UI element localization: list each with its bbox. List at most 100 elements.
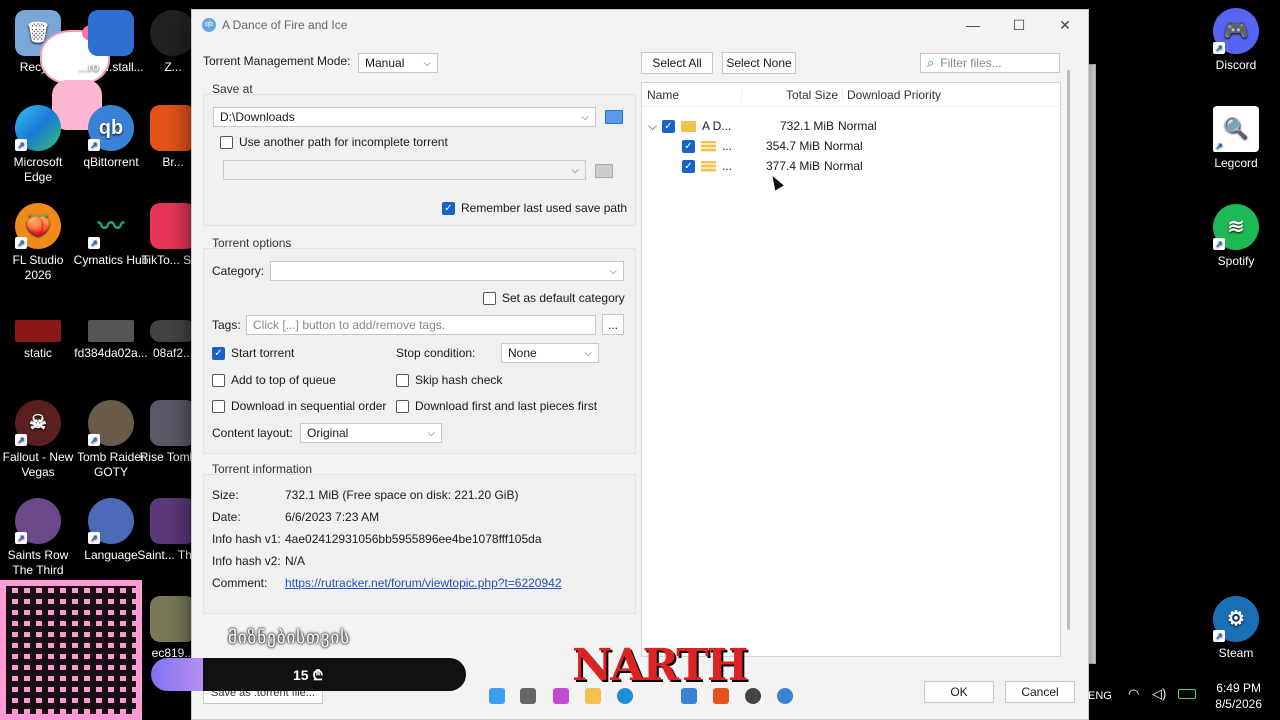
mouse-cursor-icon <box>768 173 784 191</box>
desktop-icon-spotify[interactable]: ≋ ↗ Spotify <box>1198 204 1274 269</box>
default-category-label: Set as default category <box>502 291 625 305</box>
desktop-icon-static[interactable]: static <box>0 320 76 361</box>
steam-taskbar-icon[interactable] <box>745 688 761 704</box>
remember-path-label: Remember last used save path <box>461 201 628 215</box>
search-icon: ⌕ <box>927 55 935 70</box>
file-tree-row[interactable]: ✓ ... 354.7 MiB Normal <box>682 137 1042 155</box>
file-tree[interactable]: Name Total Size Download Priority ⌵ ✓ A … <box>641 82 1061 657</box>
sequential-label: Download in sequential order <box>231 399 387 413</box>
saints-row-icon <box>150 498 196 544</box>
chevron-down-icon: ⌵ <box>423 57 431 69</box>
tags-input[interactable]: Click [...] button to add/remove tags. <box>246 315 596 335</box>
desktop-icon-fallout[interactable]: ☠ ↗ Fallout - New Vegas <box>0 400 76 480</box>
desktop-icon-legcord[interactable]: 🔍 ↗ Legcord <box>1198 106 1274 171</box>
close-button[interactable]: ✕ <box>1042 10 1088 40</box>
row-priority: Normal <box>824 159 863 173</box>
qr-code <box>0 580 142 720</box>
save-at-title: Save at <box>212 82 253 96</box>
cancel-button[interactable]: Cancel <box>1005 681 1075 703</box>
chevron-down-icon: ⌵ <box>571 164 579 176</box>
start-torrent-checkbox[interactable]: ✓ <box>212 346 225 360</box>
archive-folder-icon <box>701 140 716 152</box>
steam-icon: ⚙ ↗ <box>1213 596 1259 642</box>
mode-label: Torrent Management Mode: <box>203 54 351 68</box>
qbittorrent-icon: qb <box>202 18 216 32</box>
date-value: 6/6/2023 7:23 AM <box>285 510 380 524</box>
desktop-icon-steam[interactable]: ⚙ ↗ Steam <box>1198 596 1274 661</box>
system-clock[interactable]: 6:49 PM 8/5/2026 <box>1215 680 1262 712</box>
start-icon[interactable] <box>489 688 505 704</box>
hash-v2-label: Info hash v2: <box>212 554 281 568</box>
content-layout-label: Content layout: <box>212 426 293 440</box>
torrent-info-title: Torrent information <box>212 462 313 476</box>
clock-date: 8/5/2026 <box>1215 697 1262 711</box>
row-priority: Normal <box>824 139 863 153</box>
file-tree-row[interactable]: ✓ ... 377.4 MiB Normal <box>682 157 1042 175</box>
column-total-size[interactable]: Total Size <box>742 88 842 102</box>
size-label: Size: <box>212 488 239 502</box>
browse-folder-button[interactable] <box>605 110 623 124</box>
volume-icon[interactable]: ◁) <box>1152 686 1166 702</box>
default-category-checkbox[interactable] <box>483 291 496 305</box>
battery-icon[interactable] <box>1178 689 1196 699</box>
desktop-icon-saints-row[interactable]: ↗ Saints Row The Third <box>0 498 76 578</box>
edge-taskbar-icon[interactable] <box>617 688 633 704</box>
add-torrent-dialog: qb A Dance of Fire and Ice — ☐ ✕ Torrent… <box>191 9 1089 720</box>
rise-tomb-raider-icon <box>150 400 196 446</box>
select-all-button[interactable]: Select All <box>641 52 713 74</box>
top-of-queue-checkbox[interactable] <box>212 373 225 387</box>
desktop-icon-edge[interactable]: ↗ Microsoft Edge <box>0 105 76 185</box>
qbittorrent-taskbar-icon[interactable] <box>777 688 793 704</box>
torrent-options-title: Torrent options <box>212 236 292 250</box>
remember-path-checkbox[interactable]: ✓ <box>442 201 455 215</box>
taskview-icon[interactable] <box>520 688 536 704</box>
maximize-button[interactable]: ☐ <box>996 10 1042 40</box>
row-priority: Normal <box>838 119 877 133</box>
widgets-icon[interactable] <box>553 688 569 704</box>
incomplete-path-combo[interactable]: ⌵ <box>223 160 586 180</box>
language-icon: ↗ <box>88 498 134 544</box>
column-name[interactable]: Name <box>642 87 742 102</box>
save-path-combo[interactable]: D:\Downloads ⌵ <box>213 107 596 127</box>
sequential-checkbox[interactable] <box>212 399 225 413</box>
select-none-button[interactable]: Select None <box>722 52 796 74</box>
language-indicator[interactable]: ENG <box>1088 690 1112 702</box>
minimize-button[interactable]: — <box>950 10 996 40</box>
brave-taskbar-icon[interactable] <box>713 688 729 704</box>
first-last-checkbox[interactable] <box>396 399 409 413</box>
chevron-down-icon[interactable]: ⌵ <box>648 119 662 134</box>
row-checkbox[interactable]: ✓ <box>662 119 675 133</box>
store-taskbar-icon[interactable] <box>681 688 697 704</box>
window-controls: — ☐ ✕ <box>950 10 1088 40</box>
content-layout-select[interactable]: Original ⌵ <box>300 423 442 443</box>
folder-icon <box>681 120 696 132</box>
chevron-down-icon: ⌵ <box>584 347 592 359</box>
tomb-raider-icon: ↗ <box>88 400 134 446</box>
file-tree-row[interactable]: ⌵ ✓ A D... 732.1 MiB Normal <box>648 117 1048 135</box>
file-explorer-icon[interactable] <box>585 688 601 704</box>
chevron-down-icon: ⌵ <box>427 427 435 439</box>
incomplete-path-checkbox[interactable] <box>220 135 233 149</box>
ok-button[interactable]: OK <box>924 681 994 703</box>
column-priority[interactable]: Download Priority <box>842 87 941 102</box>
image-file-icon <box>150 596 196 642</box>
discord-icon: 🎮 ↗ <box>1213 8 1259 54</box>
desktop-icon-fl-studio[interactable]: 🍑 ↗ FL Studio 2026 <box>0 203 76 283</box>
row-checkbox[interactable]: ✓ <box>682 139 695 153</box>
vertical-scrollbar[interactable] <box>1067 70 1070 630</box>
hash-v2-value: N/A <box>285 554 306 568</box>
tags-edit-button[interactable]: ... <box>602 314 624 335</box>
skip-hash-checkbox[interactable] <box>396 373 409 387</box>
wifi-icon[interactable]: ◠ <box>1128 686 1139 702</box>
stop-condition-select[interactable]: None ⌵ <box>501 343 599 363</box>
edge-icon: ↗ <box>15 105 61 151</box>
browse-incomplete-folder-button[interactable] <box>595 164 613 178</box>
row-size: 377.4 MiB <box>765 159 820 173</box>
category-combo[interactable]: ⌵ <box>270 261 624 281</box>
filter-files-input[interactable]: ⌕ Filter files... <box>920 53 1060 73</box>
mode-select[interactable]: Manual ⌵ <box>358 53 438 73</box>
overlay-brand-logo: NARTH <box>572 640 748 691</box>
row-checkbox[interactable]: ✓ <box>682 159 695 173</box>
desktop-icon-discord[interactable]: 🎮 ↗ Discord <box>1198 8 1274 73</box>
comment-link[interactable]: https://rutracker.net/forum/viewtopic.ph… <box>285 576 562 590</box>
